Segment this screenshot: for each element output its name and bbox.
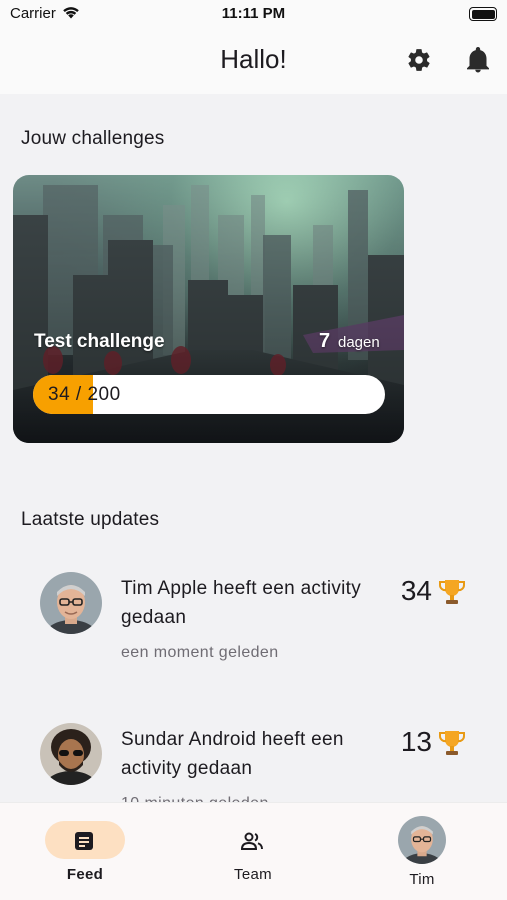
notifications-button[interactable] <box>463 45 493 75</box>
avatar <box>398 816 446 864</box>
nav-item-feed[interactable]: Feed <box>30 803 140 900</box>
avatar <box>40 723 102 785</box>
bottom-navigation: Feed Team Tim <box>0 802 507 900</box>
challenge-name: Test challenge <box>34 331 165 352</box>
nav-item-profile[interactable]: Tim <box>367 803 477 900</box>
settings-button[interactable] <box>404 45 434 75</box>
nav-item-team[interactable]: Team <box>198 803 308 900</box>
update-time: een moment geleden <box>121 644 279 661</box>
bell-icon <box>467 47 489 73</box>
challenge-progress-bar: 34 / 200 <box>33 375 385 414</box>
list-item[interactable]: Tim Apple heeft een activity gedaan een … <box>0 572 507 682</box>
feed-icon <box>75 832 93 850</box>
nav-label: Team <box>234 866 272 883</box>
update-text: Tim Apple heeft een activity gedaan <box>121 578 362 628</box>
app-bar: Hallo! <box>0 28 507 94</box>
update-score: 13 <box>400 726 432 757</box>
trophy-icon <box>439 580 465 604</box>
nav-label: Tim <box>409 871 435 888</box>
update-text: Sundar Android heeft een activity gedaan <box>121 729 344 779</box>
avatar <box>40 572 102 634</box>
nav-label: Feed <box>66 866 104 883</box>
team-icon <box>240 832 263 850</box>
challenge-progress-text: 34 / 200 <box>48 384 121 405</box>
trophy-icon <box>439 731 465 755</box>
challenges-section-title: Jouw challenges <box>21 128 165 149</box>
clock: 11:11 PM <box>221 5 286 22</box>
challenge-days-value: 7 <box>319 330 331 352</box>
update-score: 34 <box>400 575 432 606</box>
battery-icon <box>469 7 497 21</box>
challenge-card[interactable]: Test challenge 7 dagen 34 / 200 <box>13 175 404 443</box>
updates-section-title: Laatste updates <box>21 509 160 530</box>
challenge-days-label: dagen <box>338 334 380 351</box>
gear-icon <box>408 49 430 71</box>
status-bar: Carrier 11:11 PM <box>0 0 507 28</box>
